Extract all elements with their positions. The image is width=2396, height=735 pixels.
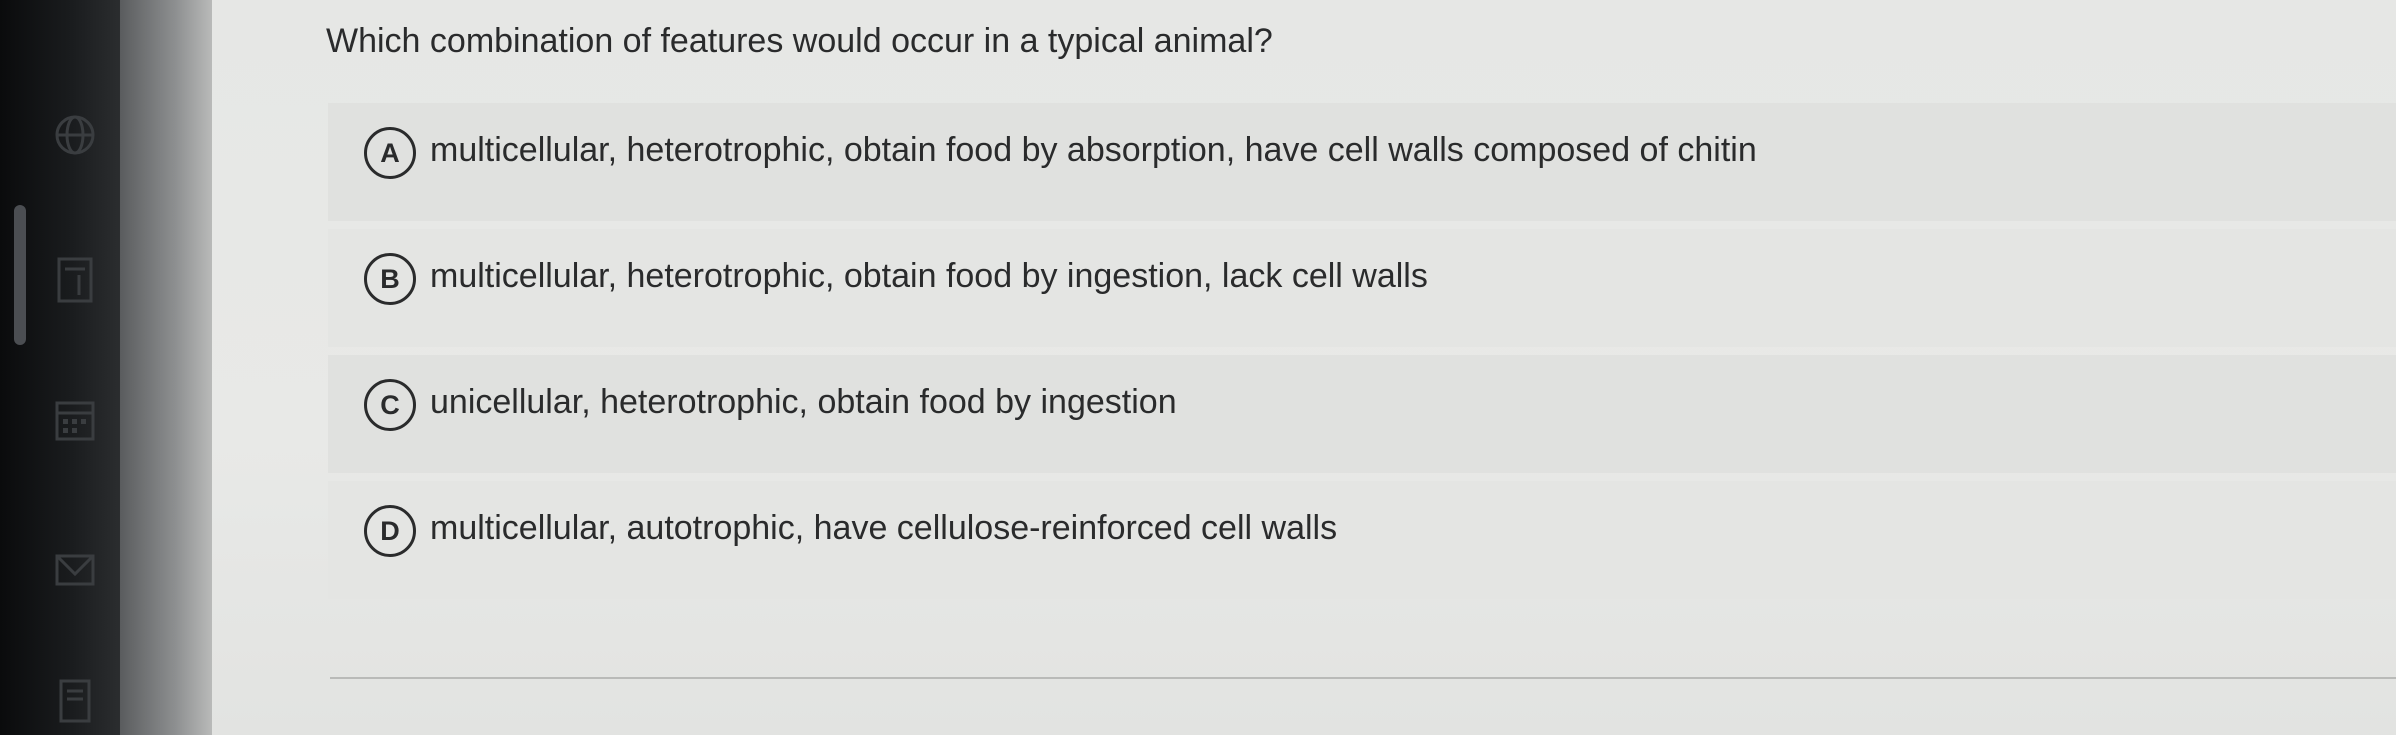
window-edge <box>120 0 212 735</box>
option-letter-b[interactable]: B <box>364 253 416 305</box>
option-letter-c[interactable]: C <box>364 379 416 431</box>
document-icon[interactable] <box>50 675 100 725</box>
question-text: Which combination of features would occu… <box>326 22 1273 60</box>
option-c[interactable]: C unicellular, heterotrophic, obtain foo… <box>328 355 2396 473</box>
answer-options: A multicellular, heterotrophic, obtain f… <box>328 103 2396 607</box>
globe-icon[interactable] <box>50 110 100 160</box>
option-text-d[interactable]: multicellular, autotrophic, have cellulo… <box>430 509 1337 548</box>
mail-icon[interactable] <box>50 545 100 595</box>
question-panel: Which combination of features would occu… <box>212 0 2396 735</box>
calendar-icon[interactable] <box>50 395 100 445</box>
option-letter-a[interactable]: A <box>364 127 416 179</box>
screen: Which combination of features would occu… <box>0 0 2396 735</box>
divider-line <box>330 677 2396 679</box>
option-d[interactable]: D multicellular, autotrophic, have cellu… <box>328 481 2396 599</box>
book-icon[interactable] <box>50 255 100 305</box>
option-text-a[interactable]: multicellular, heterotrophic, obtain foo… <box>430 131 1757 170</box>
sidebar-highlight <box>14 205 26 345</box>
option-b[interactable]: B multicellular, heterotrophic, obtain f… <box>328 229 2396 347</box>
option-a[interactable]: A multicellular, heterotrophic, obtain f… <box>328 103 2396 221</box>
option-letter-d[interactable]: D <box>364 505 416 557</box>
app-sidebar <box>0 0 120 735</box>
option-text-b[interactable]: multicellular, heterotrophic, obtain foo… <box>430 257 1428 296</box>
option-text-c[interactable]: unicellular, heterotrophic, obtain food … <box>430 383 1177 422</box>
